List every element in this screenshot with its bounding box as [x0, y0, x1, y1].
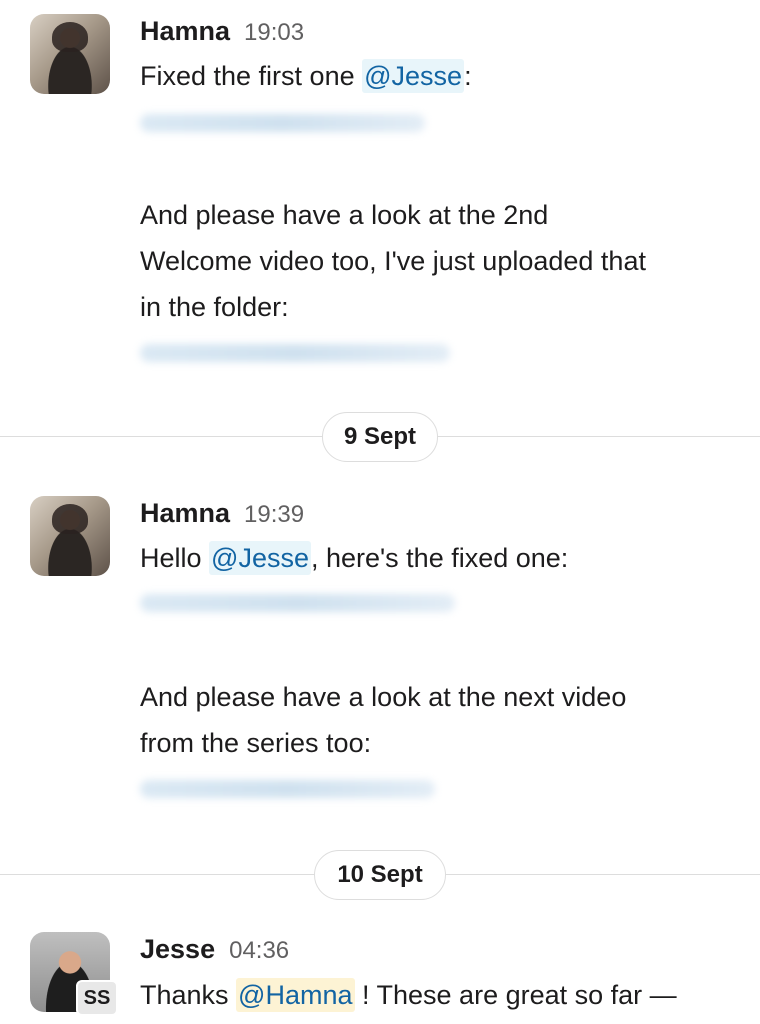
blurred-link[interactable]	[140, 780, 435, 798]
message-text: in the folder:	[140, 292, 289, 322]
author-name[interactable]: Jesse	[140, 934, 215, 965]
message-text: from the series too:	[140, 728, 372, 758]
mention-hamna[interactable]: @Hamna	[236, 978, 355, 1012]
avatar-hamna[interactable]	[30, 496, 110, 576]
message-header: Hamna 19:03	[140, 16, 304, 47]
blurred-link[interactable]	[140, 344, 450, 362]
text-span: , here's the fixed one:	[310, 543, 569, 573]
text-span: :	[464, 61, 472, 91]
avatar-hamna[interactable]	[30, 14, 110, 94]
date-divider: 10 Sept	[0, 850, 760, 900]
date-pill[interactable]: 10 Sept	[314, 850, 446, 900]
message-text: Fixed the first one @Jesse:	[140, 53, 472, 99]
mention-jesse[interactable]: @Jesse	[209, 541, 311, 575]
message-text: Thanks @Hamna ! These are great so far —	[140, 972, 677, 1018]
message-text: And please have a look at the 2nd	[140, 200, 549, 230]
blurred-link[interactable]	[140, 594, 455, 612]
message-text: Hello @Jesse, here's the fixed one:	[140, 535, 568, 581]
message-header: Hamna 19:39	[140, 498, 304, 529]
author-name[interactable]: Hamna	[140, 498, 230, 529]
author-name[interactable]: Hamna	[140, 16, 230, 47]
timestamp[interactable]: 04:36	[229, 937, 289, 965]
status-badge: SS	[76, 980, 118, 1016]
text-span: Thanks	[140, 980, 237, 1010]
timestamp[interactable]: 19:03	[244, 19, 304, 47]
text-span: Fixed the first one	[140, 61, 363, 91]
date-pill[interactable]: 9 Sept	[322, 412, 438, 462]
blurred-link[interactable]	[140, 114, 425, 132]
text-span: ! These are great so far —	[354, 980, 677, 1010]
message-text: And please have a look at the next video	[140, 682, 627, 712]
message-header: Jesse 04:36	[140, 934, 289, 965]
date-divider: 9 Sept	[0, 412, 760, 462]
timestamp[interactable]: 19:39	[244, 501, 304, 529]
mention-jesse[interactable]: @Jesse	[362, 59, 465, 93]
text-span: Hello	[140, 543, 210, 573]
message-text: Welcome video too, I've just uploaded th…	[140, 246, 646, 276]
